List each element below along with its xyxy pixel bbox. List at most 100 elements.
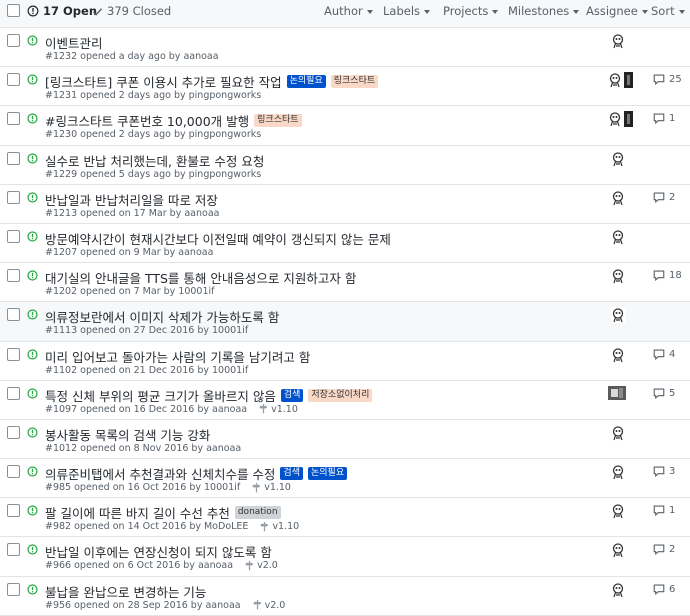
issue-title-link[interactable]: [링크스타트] 쿠폰 이용시 추가로 필요한 작업 [45,72,282,91]
issue-checkbox[interactable] [7,308,20,322]
issue-row[interactable]: 이벤트관리 #1232 opened a day ago by aanoaa [0,28,690,68]
assignee-avatars[interactable] [611,424,626,441]
milestones-filter[interactable]: Milestones [508,4,580,18]
comments-count[interactable]: 1 [653,113,675,125]
issue-row[interactable]: 실수로 반납 처리했는데, 환불로 수정 요청 #1229 opened 5 da… [0,146,690,185]
issue-label[interactable]: donation [234,506,281,520]
avatar[interactable] [611,33,626,49]
issue-title-link[interactable]: 봉사활동 목록의 검색 기능 강화 [45,425,210,444]
issue-label[interactable]: 검색 [280,388,304,402]
comments-count[interactable]: 5 [653,388,675,399]
assignee-avatars[interactable] [611,503,626,520]
avatar[interactable] [611,346,626,363]
issue-label[interactable]: 저장소없이처리 [308,388,373,402]
labels-filter[interactable]: Labels [383,4,431,18]
assignee-avatars[interactable] [611,346,626,363]
issue-title-link[interactable]: 실수로 반납 처리했는데, 환불로 수정 요청 [45,151,264,170]
issue-row[interactable]: 미리 입어보고 돌아가는 사람의 기록을 남기려고 함 #1102 opened … [0,342,690,381]
avatar[interactable] [611,503,626,520]
issue-checkbox[interactable] [7,269,20,283]
comments-count[interactable]: 4 [653,349,675,360]
avatar[interactable] [611,228,626,245]
issue-row[interactable]: 반납일과 반납처리일을 따로 저장 #1213 opened on 17 Mar … [0,185,690,224]
avatar[interactable] [611,189,626,206]
issue-checkbox[interactable] [7,386,20,400]
issue-checkbox[interactable] [7,229,20,243]
issue-checkbox[interactable] [7,34,20,47]
comments-count[interactable]: 18 [653,270,682,282]
issue-milestone[interactable]: v2.0 [245,560,278,571]
issue-title-link[interactable]: 팔 길이에 따른 바지 길이 수선 추천 [45,503,230,522]
avatar[interactable] [611,307,626,324]
issue-row[interactable]: 불납을 완납으로 변경하는 기능 #956 opened on 28 Sep 20… [0,577,690,616]
issue-checkbox[interactable] [7,504,20,518]
issue-milestone[interactable]: v1.10 [260,521,299,532]
issue-row[interactable]: 팔 길이에 따른 바지 길이 수선 추천 donation #982 opened … [0,498,690,538]
assignee-avatars[interactable] [611,189,626,206]
issue-checkbox[interactable] [7,73,20,87]
issue-label[interactable]: 링크스타트 [254,114,302,128]
issue-row[interactable]: 방문예약시간이 현재시간보다 이전일때 예약이 갱신되지 않는 문제 #1207 … [0,224,690,264]
issue-title-link[interactable]: 방문예약시간이 현재시간보다 이전일때 예약이 갱신되지 않는 문제 [45,229,391,248]
avatar[interactable] [608,111,623,128]
issue-label[interactable]: 검색 [280,467,303,481]
projects-filter[interactable]: Projects [443,4,499,18]
assignee-avatars[interactable] [611,268,626,285]
assignee-avatars[interactable] [611,464,626,481]
issue-title-link[interactable]: 미리 입어보고 돌아가는 사람의 기록을 남기려고 함 [45,347,310,366]
issue-row[interactable]: 의류준비탭에서 추천결과와 신체치수를 수정 검색 논의필요 #985 opened … [0,459,690,499]
issue-title-link[interactable]: 의류준비탭에서 추천결과와 신체치수를 수정 [45,464,275,483]
comments-count[interactable]: 2 [653,544,675,556]
issue-row[interactable]: 특정 신체 부위의 평균 크기가 올바르지 않음 검색 저장소없이처리 #1097 o… [0,381,690,420]
issue-checkbox[interactable] [7,425,20,439]
avatar[interactable] [608,385,626,400]
issue-title-link[interactable]: 의류정보란에서 이미지 삭제가 가능하도록 함 [45,307,279,326]
avatar[interactable] [624,72,633,89]
avatar[interactable] [611,268,626,285]
assignee-avatars[interactable] [611,150,626,167]
issue-checkbox[interactable] [7,190,20,204]
issue-row[interactable]: 봉사활동 목록의 검색 기능 강화 #1012 opened on 8 Nov 2… [0,420,690,460]
issue-title-link[interactable]: 불납을 완납으로 변경하는 기능 [45,582,206,601]
issue-label[interactable]: 논의필요 [286,75,326,89]
avatar[interactable] [624,111,633,128]
issue-title-link[interactable]: #링크스타트 쿠폰번호 10,000개 발행 [45,111,249,130]
issue-milestone[interactable]: v2.0 [253,600,285,611]
sort-filter[interactable]: Sort [651,4,685,18]
issue-row[interactable]: 반납일 이후에는 연장신청이 되지 않도록 함 #966 opened on 6 … [0,537,690,577]
assignee-avatars[interactable] [611,33,626,49]
issue-checkbox[interactable] [7,151,20,165]
assignee-avatars[interactable] [611,228,626,245]
avatar[interactable] [611,542,626,559]
issue-checkbox[interactable] [7,112,20,126]
assignee-filter[interactable]: Assignee [586,4,648,18]
issue-title-link[interactable]: 반납일 이후에는 연장신청이 되지 않도록 함 [45,542,272,561]
closed-issues-tab[interactable]: 379 Closed [92,4,171,18]
select-all-checkbox[interactable] [7,4,20,17]
avatar[interactable] [611,464,626,481]
assignee-avatars[interactable] [611,542,626,559]
open-issues-tab[interactable]: 17 Open [27,4,97,18]
issue-row[interactable]: [링크스타트] 쿠폰 이용시 추가로 필요한 작업 논의필요 링크스타트 #1231 … [0,67,690,107]
avatar[interactable] [611,581,626,598]
comments-count[interactable]: 6 [653,584,675,595]
issue-row[interactable]: 대기실의 안내글을 TTS를 통해 안내음성으로 지원하고자 함 #1202 op… [0,263,690,303]
issue-title-link[interactable]: 대기실의 안내글을 TTS를 통해 안내음성으로 지원하고자 함 [45,268,356,287]
issue-checkbox[interactable] [7,543,20,557]
comments-count[interactable]: 1 [653,505,675,517]
assignee-avatars[interactable] [608,385,626,400]
issue-checkbox[interactable] [7,465,20,479]
comments-count[interactable]: 3 [653,466,675,478]
issue-milestone[interactable]: v1.10 [252,482,291,493]
issue-label[interactable]: 링크스타트 [330,75,379,89]
issue-title-link[interactable]: 이벤트관리 [45,33,103,52]
issue-row[interactable]: 의류정보란에서 이미지 삭제가 가능하도록 함 #1113 opened on 2… [0,302,690,342]
assignee-avatars[interactable] [608,72,633,89]
assignee-avatars[interactable] [611,581,626,598]
author-filter[interactable]: Author [324,4,373,18]
avatar[interactable] [611,150,626,167]
comments-count[interactable]: 25 [653,74,682,86]
comments-count[interactable]: 2 [653,192,675,203]
issue-title-link[interactable]: 반납일과 반납처리일을 따로 저장 [45,190,218,209]
avatar[interactable] [611,424,626,441]
